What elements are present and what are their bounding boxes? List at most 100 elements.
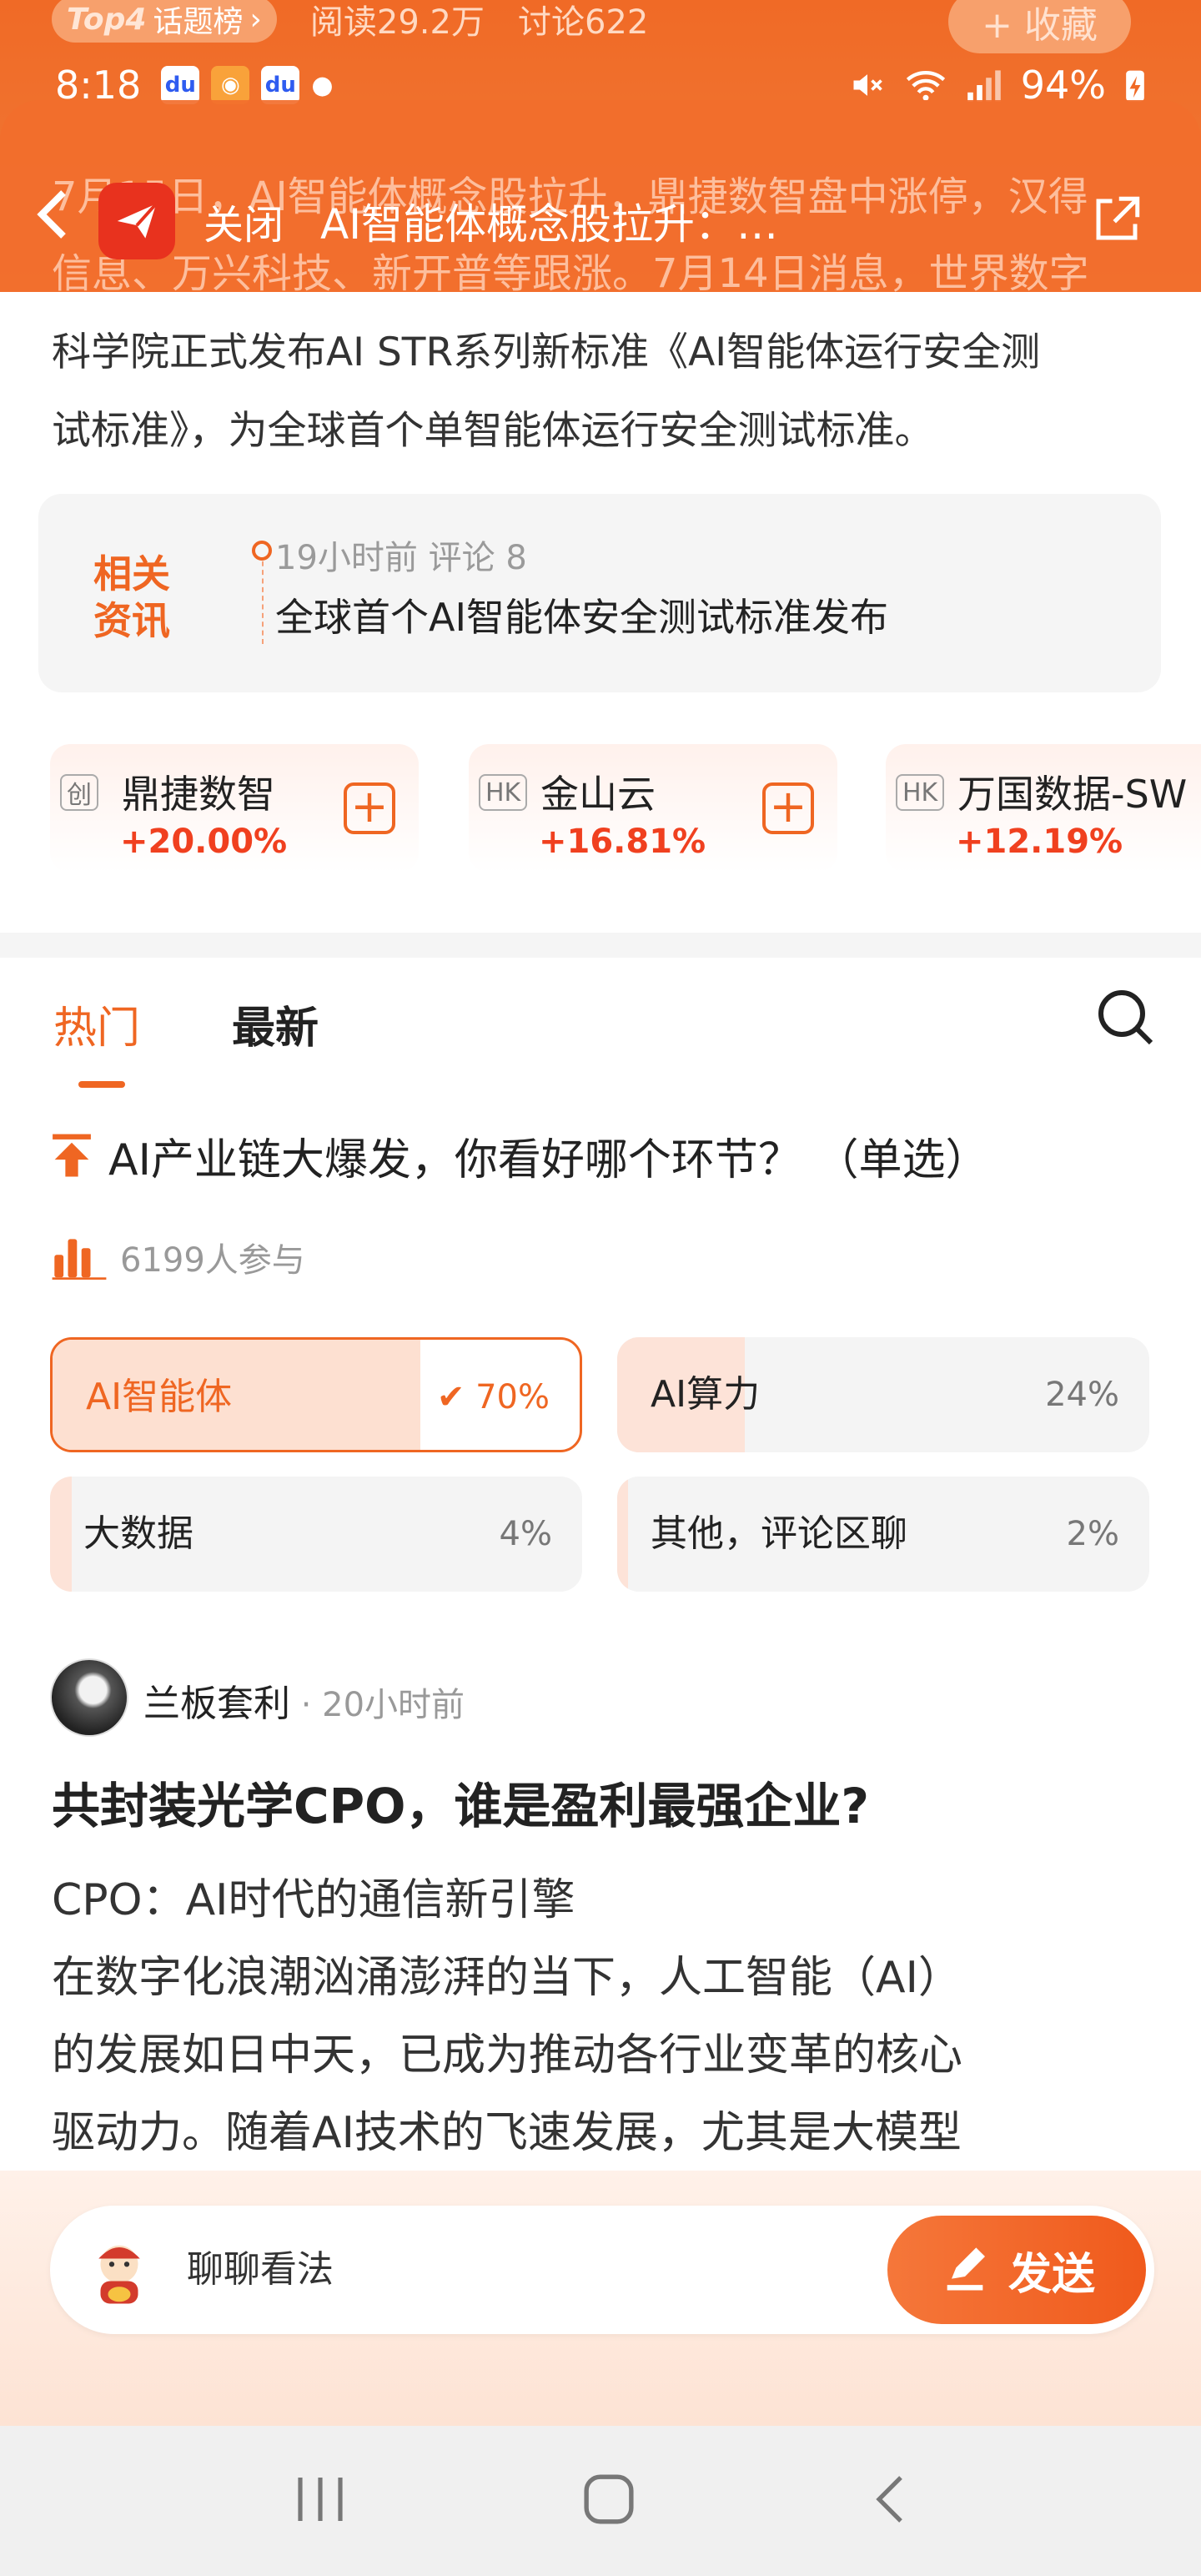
paper-plane-logo-icon <box>117 203 158 239</box>
recent-apps-icon <box>298 2478 343 2521</box>
stock-card[interactable]: HK 万国数据-SW +12.19% <box>886 744 1201 873</box>
post-line: CPO：AI时代的通信新引擎 <box>52 1875 575 1925</box>
collect-button[interactable]: + 收藏 <box>948 0 1131 53</box>
section-divider <box>0 933 1201 958</box>
poll-option-percent: 4% <box>499 1515 552 1553</box>
stock-card[interactable]: HK 金山云 +16.81% + <box>469 744 837 873</box>
post-body[interactable]: CPO：AI时代的通信新引擎 在数字化浪潮汹涌澎湃的当下，人工智能（AI） 的发… <box>52 1862 1169 2172</box>
related-news-card[interactable]: 相关 资讯 19小时前 评论 8 全球首个AI智能体安全测试标准发布 <box>38 494 1161 692</box>
comment-placeholder: 聊聊看法 <box>187 2248 334 2291</box>
poll-question-text: AI产业链大爆发，你看好哪个环节？ （单选） <box>108 1135 989 1185</box>
stock-name: 万国数据-SW <box>957 772 1188 817</box>
bar-chart-icon <box>52 1239 107 1280</box>
poll-option[interactable]: AI算力 24% <box>617 1337 1149 1452</box>
pencil-icon <box>947 2247 985 2291</box>
search-button[interactable] <box>1093 984 1159 1054</box>
app-logo <box>98 183 175 259</box>
related-news-meta: 19小时前 评论 8 <box>275 539 527 577</box>
home-button[interactable] <box>583 2473 635 2528</box>
rank-badge: Top4 <box>67 2 147 37</box>
topic-meta: Top4 话题榜 › 阅读29.2万 讨论622 <box>52 0 648 53</box>
add-watchlist-button[interactable]: + <box>344 782 395 834</box>
feed-tabs: 热门 最新 <box>0 959 1201 1093</box>
post-title[interactable]: 共封装光学CPO，谁是盈利最强企业? <box>52 1767 869 1837</box>
stock-name: 金山云 <box>540 772 656 817</box>
poll-option[interactable]: 其他，评论区聊 2% <box>617 1477 1149 1592</box>
wifi-icon <box>906 71 945 101</box>
participant-count: 6199人参与 <box>120 1241 305 1280</box>
summary-line: 科学院正式发布AI STR系列新标准《AI智能体运行安全测 <box>52 330 1041 375</box>
baidu-app-icon: du <box>261 66 300 104</box>
related-news-title[interactable]: 全球首个AI智能体安全测试标准发布 <box>275 587 888 642</box>
post-line: 在数字化浪潮汹涌澎湃的当下，人工智能（AI） <box>52 1953 962 2003</box>
add-watchlist-button[interactable]: + <box>762 782 814 834</box>
stock-change: +20.00% <box>120 823 288 861</box>
tab-new[interactable]: 最新 <box>232 993 319 1055</box>
poll-option-fill <box>617 1477 628 1592</box>
share-button[interactable] <box>1089 192 1144 250</box>
nav-row: 关闭 AI智能体概念股拉升：… <box>0 167 1201 275</box>
poll-option[interactable]: 大数据 4% <box>50 1477 582 1592</box>
back-arrow-icon <box>876 2476 903 2523</box>
page-title: AI智能体概念股拉升：… <box>320 200 778 249</box>
post-line: 的发展如日中天，已成为推动各行业变革的核心 <box>52 2030 963 2080</box>
rank-label: 话题榜 <box>153 5 244 39</box>
stock-name: 鼎捷数智 <box>122 772 275 817</box>
poll-option[interactable]: AI智能体 ✔ 70% <box>50 1337 582 1452</box>
topic-summary: 科学院正式发布AI STR系列新标准《AI智能体运行安全测 试标准》，为全球首个… <box>0 292 1201 467</box>
system-back-button[interactable] <box>871 2473 907 2529</box>
poll-option-label: 其他，评论区聊 <box>651 1512 907 1555</box>
send-button[interactable]: 发送 <box>887 2216 1146 2324</box>
tab-hot[interactable]: 热门 <box>53 993 140 1055</box>
market-tag: 创 <box>60 774 98 811</box>
back-button[interactable] <box>33 188 92 254</box>
comment-input[interactable]: 聊聊看法 发送 <box>50 2206 1154 2334</box>
discussion-count: 讨论622 <box>517 3 649 42</box>
stock-change: +16.81% <box>539 823 706 861</box>
summary-line: 试标准》，为全球首个单智能体运行安全测试标准。 <box>52 408 934 454</box>
timeline-dot <box>252 541 272 561</box>
market-tag: HK <box>896 774 945 811</box>
poll-option-label: AI算力 <box>651 1373 761 1416</box>
search-icon <box>1098 990 1153 1045</box>
send-label: 发送 <box>1008 2249 1095 2300</box>
close-button[interactable]: 关闭 <box>204 192 284 250</box>
avatar[interactable] <box>50 1658 128 1737</box>
poll-option-label: AI智能体 <box>86 1376 233 1418</box>
mute-icon <box>853 74 882 96</box>
post-meta: 兰板套利 · 20小时前 <box>143 1673 465 1727</box>
author-name[interactable]: 兰板套利 <box>143 1683 290 1725</box>
pin-top-icon <box>53 1134 91 1177</box>
badge-line: 相关 <box>93 551 170 596</box>
chevron-left-icon <box>37 190 66 239</box>
active-tab-indicator <box>78 1081 125 1088</box>
post-time: · 20小时前 <box>290 1686 465 1724</box>
dot-icon: ● <box>311 70 334 100</box>
chevron-right-icon: › <box>249 2 262 37</box>
recent-apps-button[interactable] <box>294 2474 347 2528</box>
topic-rank-pill[interactable]: Top4 话题榜 › <box>52 0 277 43</box>
poll-question: AI产业链大爆发，你看好哪个环节？ （单选） <box>50 1126 1159 1185</box>
battery-charging-icon <box>1126 70 1144 102</box>
system-nav-bar <box>0 2426 1201 2576</box>
poll-option-percent: 2% <box>1066 1515 1119 1553</box>
poll-option-percent: ✔ 70% <box>420 1340 550 1450</box>
poll-option-label: 大数据 <box>83 1512 193 1555</box>
mascot-icon <box>98 2245 140 2304</box>
poll-participants: 6199人参与 <box>52 1233 305 1281</box>
stock-change: +12.19% <box>956 823 1123 861</box>
share-icon <box>1096 196 1140 240</box>
chat-app-icon: ◉ <box>211 66 250 104</box>
signal-icon <box>967 70 1001 102</box>
poll-option-percent: 24% <box>1045 1376 1119 1414</box>
comment-bar: 聊聊看法 发送 <box>0 2171 1201 2426</box>
badge-line: 资讯 <box>93 598 170 643</box>
market-tag: HK <box>479 774 528 811</box>
stock-card[interactable]: 创 鼎捷数智 +20.00% + <box>50 744 419 873</box>
read-count: 阅读29.2万 <box>309 3 485 42</box>
poll-option-fill <box>50 1477 72 1592</box>
summary-text: 科学院正式发布AI STR系列新标准《AI智能体运行安全测 试标准》，为全球首个… <box>52 314 1161 470</box>
post-line: 驱动力。随着AI技术的飞速发展，尤其是大模型 <box>52 2108 962 2158</box>
home-icon <box>584 2474 634 2524</box>
baidu-app-icon: du <box>161 66 200 104</box>
